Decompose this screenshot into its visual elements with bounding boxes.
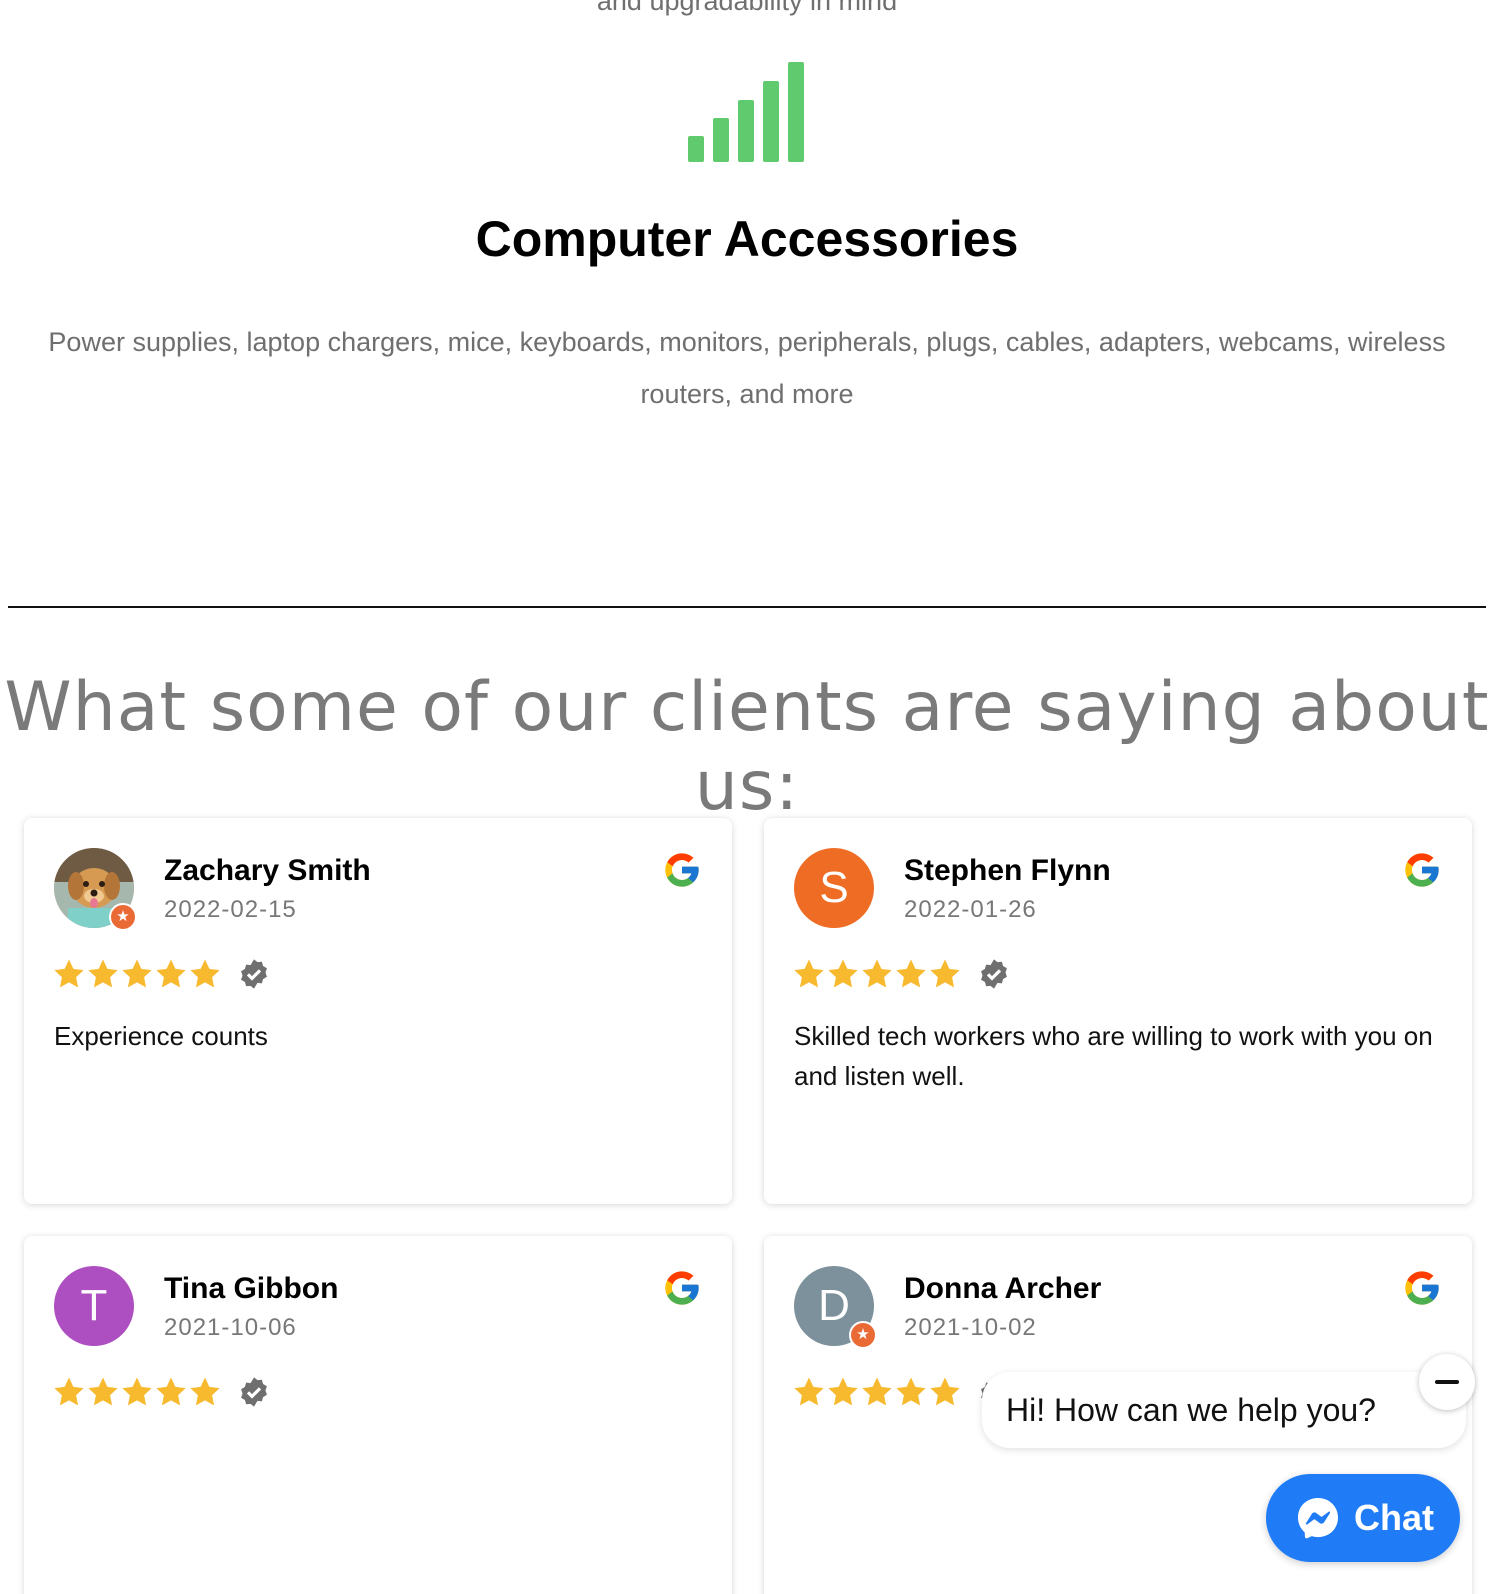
- reviewer-name[interactable]: Tina Gibbon: [164, 1272, 338, 1306]
- review-date: 2022-01-26: [904, 896, 1037, 923]
- service-title: Computer Accessories: [475, 211, 1019, 267]
- avatar[interactable]: ★: [54, 848, 137, 931]
- review-card: T Tina Gibbon 2021-10-06: [24, 1236, 732, 1594]
- google-icon[interactable]: [662, 850, 702, 890]
- avatar-letter: T: [80, 1281, 108, 1330]
- signal-bars-icon: [688, 62, 804, 162]
- google-icon[interactable]: [1402, 850, 1442, 890]
- review-text: Experience counts: [54, 1021, 268, 1051]
- verified-check-icon: [981, 959, 1007, 989]
- star-icon: [190, 1377, 220, 1406]
- avatar[interactable]: D ★: [794, 1266, 877, 1349]
- chat-button[interactable]: Chat: [1266, 1474, 1460, 1562]
- star-icon: [794, 959, 824, 988]
- review-date: 2022-02-15: [164, 896, 297, 923]
- star-icon: [896, 1377, 926, 1406]
- google-icon[interactable]: [1402, 1268, 1442, 1308]
- star-rating: [52, 954, 270, 994]
- review-card: S Stephen Flynn 2022-01-26 Skilled tech …: [764, 818, 1472, 1204]
- google-icon[interactable]: [662, 1268, 702, 1308]
- avatar-letter: D: [818, 1281, 850, 1330]
- review-text: Skilled tech workers who are willing to …: [794, 1021, 1433, 1091]
- star-icon: [156, 1377, 186, 1406]
- chat-close-button[interactable]: [1419, 1354, 1475, 1410]
- star-icon: [930, 1377, 960, 1406]
- star-rating: [52, 1372, 270, 1412]
- reviews-heading: What some of our clients are saying abou…: [4, 668, 1490, 826]
- chat-greeting-text: Hi! How can we help you?: [1006, 1392, 1376, 1428]
- cut-off-text: and upgradability in mind: [596, 0, 898, 16]
- star-icon: [122, 1377, 152, 1406]
- avatar[interactable]: S: [794, 848, 874, 928]
- star-rating: [792, 1372, 1010, 1412]
- reviewer-name[interactable]: Stephen Flynn: [904, 854, 1111, 888]
- chat-greeting-bubble[interactable]: Hi! How can we help you?: [982, 1372, 1466, 1448]
- section-divider: [8, 606, 1486, 608]
- star-icon: [54, 959, 84, 988]
- star-icon: [190, 959, 220, 988]
- chat-button-label: Chat: [1354, 1497, 1434, 1538]
- star-icon: [828, 1377, 858, 1406]
- star-icon: [794, 1377, 824, 1406]
- star-icon: [896, 959, 926, 988]
- reviewer-name[interactable]: Zachary Smith: [164, 854, 371, 888]
- star-icon: [54, 1377, 84, 1406]
- avatar-letter: S: [819, 863, 849, 912]
- star-icon: [862, 1377, 892, 1406]
- reviewer-name[interactable]: Donna Archer: [904, 1272, 1101, 1306]
- star-icon: [156, 959, 186, 988]
- messenger-icon: [1298, 1498, 1338, 1539]
- local-guide-badge-icon: ★: [849, 1321, 877, 1349]
- review-date: 2021-10-06: [164, 1314, 297, 1341]
- star-icon: [122, 959, 152, 988]
- star-icon: [828, 959, 858, 988]
- star-icon: [88, 959, 118, 988]
- local-guide-badge-icon: ★: [109, 903, 137, 931]
- star-icon: [862, 959, 892, 988]
- verified-check-icon: [241, 959, 267, 989]
- avatar[interactable]: T: [54, 1266, 134, 1346]
- star-rating: [792, 954, 1010, 994]
- verified-check-icon: [241, 1377, 267, 1407]
- review-card: ★ Zachary Smith 2022-02-15 Experience co…: [24, 818, 732, 1204]
- service-description: Power supplies, laptop chargers, mice, k…: [48, 327, 1446, 409]
- star-icon: [930, 959, 960, 988]
- review-date: 2021-10-02: [904, 1314, 1037, 1341]
- star-icon: [88, 1377, 118, 1406]
